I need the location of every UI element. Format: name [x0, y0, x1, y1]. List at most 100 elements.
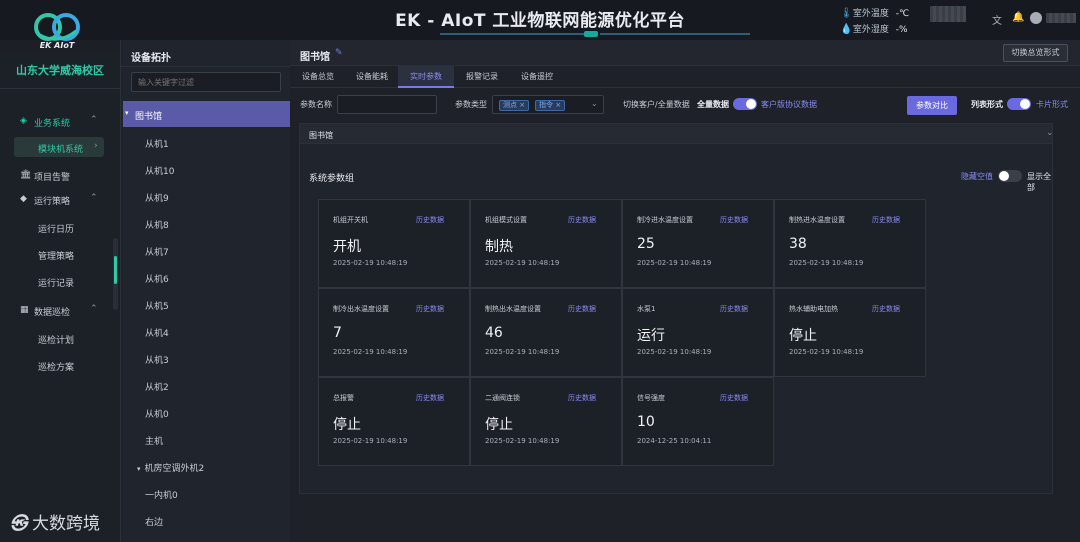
tab-remote-control[interactable]: 设备遥控 — [510, 66, 564, 88]
history-link[interactable]: 历史数据 — [568, 304, 596, 314]
main-content: 图书馆 ✎ 切换总览形式 设备总览 设备能耗 实时参数 报警记录 设备遥控 参数… — [290, 40, 1080, 542]
param-card: 制热进水温度设置 历史数据 38 2025-02-19 10:48:19 — [774, 199, 926, 288]
caret-down-icon: ▾ — [137, 465, 141, 473]
history-link[interactable]: 历史数据 — [416, 304, 444, 314]
watermark-logo-icon: ㉿ — [10, 514, 27, 534]
bell-icon[interactable]: 🔔 — [1012, 12, 1024, 23]
droplet-icon: 💧 — [840, 24, 853, 35]
tree-node[interactable]: 从机10 — [145, 164, 174, 177]
chevron-up-icon: ⌃ — [90, 304, 98, 314]
history-link[interactable]: 历史数据 — [720, 304, 748, 314]
nav-item-inspection-scheme[interactable]: 巡检方案 — [38, 360, 74, 373]
tree-filter-input[interactable] — [131, 72, 281, 92]
nav-project-alarm[interactable]: 🏛 项目告警 — [0, 165, 120, 185]
tag-measure-point[interactable]: 测点 × — [499, 100, 530, 111]
nav-item-manage-strategy[interactable]: 管理策略 — [38, 249, 74, 262]
nav-item-inspection-plan[interactable]: 巡检计划 — [38, 333, 74, 346]
tree-node[interactable]: 右边 — [145, 515, 163, 528]
param-name-input[interactable] — [337, 95, 437, 114]
tab-device-energy[interactable]: 设备能耗 — [346, 66, 398, 88]
blurred-info — [930, 6, 966, 22]
tree-node[interactable]: 从机0 — [145, 407, 169, 420]
history-link[interactable]: 历史数据 — [720, 215, 748, 225]
client-data-label: 客户版协议数据 — [761, 100, 817, 109]
device-tree: 设备拓扑 ▾ 图书馆 从机1 从机10 从机9 从机8 从机7 从机6 从机5 … — [120, 40, 291, 542]
hide-null-label: 隐藏空值 — [961, 172, 993, 181]
nav-item-module-system[interactable]: 模块机系统 › — [14, 137, 104, 157]
tree-node[interactable]: 从机5 — [145, 299, 169, 312]
tag-command[interactable]: 指令 × — [535, 100, 566, 111]
left-nav: 山东大学威海校区 ◈ 业务系统 ⌃ 模块机系统 › 🏛 项目告警 ◆ 运行策略 … — [0, 54, 120, 542]
tree-node[interactable]: 从机8 — [145, 218, 169, 231]
tree-node[interactable]: 从机1 — [145, 137, 169, 150]
tree-node[interactable]: 从机4 — [145, 326, 169, 339]
divider — [121, 66, 291, 67]
collapse-header[interactable]: 图书馆 ⌄ — [300, 124, 1054, 144]
tree-node[interactable]: 从机6 — [145, 272, 169, 285]
history-link[interactable]: 历史数据 — [872, 304, 900, 314]
switch-data-label: 切换客户/全量数据 — [623, 100, 690, 109]
param-card: 制热出水温度设置 历史数据 46 2025-02-19 10:48:19 — [470, 288, 622, 377]
data-source-toggle[interactable] — [733, 98, 757, 110]
history-link[interactable]: 历史数据 — [568, 215, 596, 225]
param-panel: 图书馆 ⌄ 系统参数组 隐藏空值 显示全部 机组开关机 历史数据 开机 2025… — [299, 123, 1054, 494]
chevron-down-icon: ⌄ — [591, 99, 598, 108]
nav-run-strategy[interactable]: ◆ 运行策略 ⌃ — [0, 189, 120, 209]
tab-realtime-params[interactable]: 实时参数 — [398, 66, 454, 88]
param-card: 水泵1 历史数据 运行 2025-02-19 10:48:19 — [622, 288, 774, 377]
chevron-up-icon: ⌃ — [90, 193, 98, 203]
thermometer-icon: 🌡 — [840, 8, 853, 19]
nav-item-run-record[interactable]: 运行记录 — [38, 276, 74, 289]
history-link[interactable]: 历史数据 — [416, 215, 444, 225]
filter-bar: 参数名称 参数类型 测点 × 指令 × ⌄ 切换客户/全量数据 全量数据 客户版… — [290, 92, 1080, 116]
tab-bar: 设备总览 设备能耗 实时参数 报警记录 设备遥控 — [290, 66, 1080, 88]
page-header: 图书馆 ✎ 切换总览形式 — [290, 40, 1080, 66]
campus-name[interactable]: 山东大学威海校区 — [0, 62, 120, 78]
history-link[interactable]: 历史数据 — [568, 393, 596, 403]
param-name-label: 参数名称 — [300, 100, 332, 109]
param-card: 制冷进水温度设置 历史数据 25 2025-02-19 10:48:19 — [622, 199, 774, 288]
watermark: ㉿大数跨境 — [10, 514, 100, 534]
nav-data-inspection[interactable]: ▦ 数据巡检 ⌃ — [0, 300, 120, 320]
group-title: 系统参数组 — [309, 174, 355, 184]
tree-node-selected[interactable]: ▾ 图书馆 — [123, 101, 291, 127]
chevron-up-icon: ⌃ — [90, 115, 98, 125]
tree-node[interactable]: 从机9 — [145, 191, 169, 204]
nav-business-system[interactable]: ◈ 业务系统 ⌃ — [0, 111, 120, 131]
view-mode-toggle[interactable] — [1007, 98, 1031, 110]
tab-device-overview[interactable]: 设备总览 — [290, 66, 346, 88]
top-header: EK - AIoT 工业物联网能源优化平台 🌡 室外温度 -℃ 💧 室外湿度 -… — [0, 0, 1080, 40]
param-type-select[interactable]: 测点 × 指令 × ⌄ — [492, 95, 604, 114]
switch-overview-button[interactable]: 切换总览形式 — [1003, 44, 1068, 62]
param-card: 总报警 历史数据 停止 2025-02-19 10:48:19 — [318, 377, 470, 466]
header-deco-right — [600, 33, 750, 35]
scrollbar-thumb[interactable] — [114, 256, 117, 284]
tree-node[interactable]: 一内机0 — [145, 488, 178, 501]
tree-node[interactable]: 主机 — [145, 434, 163, 447]
compare-params-button[interactable]: 参数对比 — [907, 96, 957, 115]
hide-null-toggle[interactable] — [998, 170, 1022, 182]
history-link[interactable]: 历史数据 — [720, 393, 748, 403]
platform-title: EK - AIoT 工业物联网能源优化平台 — [395, 11, 685, 31]
blurred-username[interactable] — [1046, 13, 1076, 23]
history-link[interactable]: 历史数据 — [416, 393, 444, 403]
tab-alarm-records[interactable]: 报警记录 — [454, 66, 510, 88]
full-data-label: 全量数据 — [697, 100, 729, 109]
param-card: 机组开关机 历史数据 开机 2025-02-19 10:48:19 — [318, 199, 470, 288]
param-type-label: 参数类型 — [455, 100, 487, 109]
history-link[interactable]: 历史数据 — [872, 215, 900, 225]
tree-node-group[interactable]: ▾ 机房空调外机2 — [137, 461, 204, 474]
header-deco-left — [440, 33, 585, 35]
tree-title: 设备拓扑 — [131, 53, 171, 64]
tree-node[interactable]: 从机3 — [145, 353, 169, 366]
outdoor-temperature: 🌡 室外温度 -℃ — [840, 8, 910, 19]
bank-icon: 🏛 — [20, 170, 32, 180]
edit-icon[interactable]: ✎ — [335, 48, 343, 58]
tree-node[interactable]: 从机7 — [145, 245, 169, 258]
avatar[interactable] — [1030, 12, 1042, 24]
tree-node[interactable]: 从机2 — [145, 380, 169, 393]
translate-icon[interactable]: 文 — [992, 12, 1002, 27]
param-card: 机组模式设置 历史数据 制热 2025-02-19 10:48:19 — [470, 199, 622, 288]
nav-item-run-calendar[interactable]: 运行日历 — [38, 222, 74, 235]
param-card: 二通阀连锁 历史数据 停止 2025-02-19 10:48:19 — [470, 377, 622, 466]
